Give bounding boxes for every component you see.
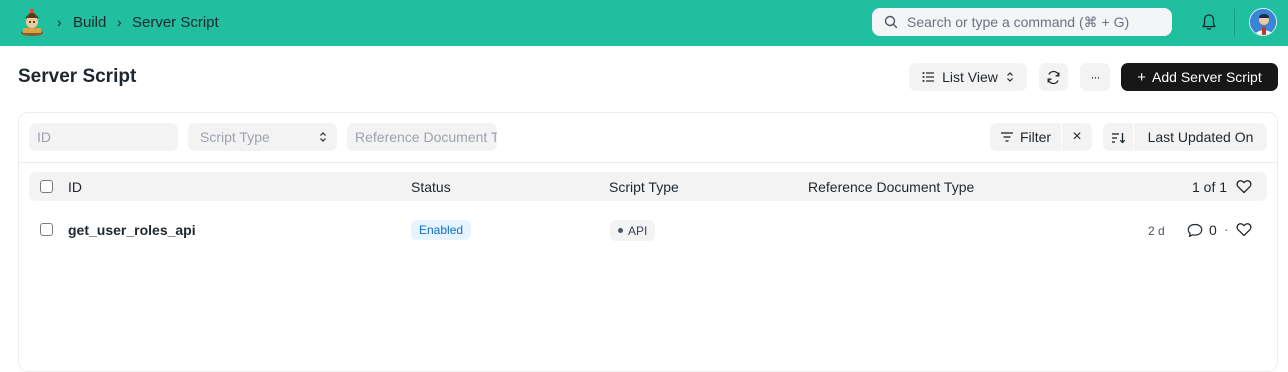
id-filter-input[interactable]: ID bbox=[29, 123, 178, 151]
reference-doc-filter-placeholder: Reference Document Type bbox=[355, 129, 497, 145]
script-type-filter-select[interactable]: Script Type bbox=[188, 123, 337, 151]
sort-descending-icon bbox=[1111, 132, 1125, 143]
row-id-link[interactable]: get_user_roles_api bbox=[68, 222, 196, 238]
filter-icon bbox=[1000, 132, 1013, 142]
reference-doc-filter-input[interactable]: Reference Document Type bbox=[347, 123, 497, 151]
breadcrumb-build[interactable]: Build bbox=[73, 14, 106, 31]
clear-filters-button[interactable]: × bbox=[1062, 123, 1092, 151]
list-view-label: List View bbox=[942, 69, 998, 85]
search-input[interactable] bbox=[907, 14, 1157, 30]
select-all-checkbox[interactable] bbox=[40, 180, 53, 193]
script-type-filter-placeholder: Script Type bbox=[200, 129, 270, 145]
sort-direction-button[interactable] bbox=[1103, 123, 1133, 151]
more-actions-button[interactable]: ··· bbox=[1080, 63, 1110, 91]
sort-field-label: Last Updated On bbox=[1147, 129, 1254, 145]
dot-icon bbox=[618, 228, 623, 233]
refresh-icon bbox=[1047, 70, 1060, 84]
select-arrows-icon bbox=[1006, 72, 1013, 82]
comment-count[interactable]: 0 bbox=[1187, 222, 1217, 238]
filter-divider bbox=[19, 162, 1277, 163]
result-count: 1 of 1 bbox=[1192, 179, 1228, 195]
search-bar[interactable] bbox=[872, 8, 1172, 36]
navbar-divider bbox=[1234, 9, 1235, 37]
script-type-badge: API bbox=[610, 220, 656, 241]
filter-label: Filter bbox=[1019, 129, 1052, 145]
notification-bell-icon[interactable] bbox=[1200, 13, 1218, 31]
refresh-button[interactable] bbox=[1039, 63, 1068, 91]
breadcrumb-separator-icon: › bbox=[117, 14, 122, 30]
breadcrumb-separator-icon: › bbox=[57, 14, 62, 30]
plus-icon: + bbox=[1137, 68, 1147, 86]
row-checkbox[interactable] bbox=[40, 223, 53, 236]
status-badge: Enabled bbox=[411, 220, 472, 240]
sort-field-select[interactable]: Last Updated On bbox=[1134, 123, 1267, 151]
id-filter-placeholder: ID bbox=[37, 129, 51, 145]
list-frame bbox=[18, 112, 1278, 372]
page-title: Server Script bbox=[18, 66, 137, 87]
row-separator: · bbox=[1224, 222, 1229, 237]
list-icon bbox=[922, 72, 935, 82]
column-header-id[interactable]: ID bbox=[68, 179, 82, 195]
more-icon: ··· bbox=[1090, 70, 1101, 84]
add-button-label: Add Server Script bbox=[1152, 69, 1262, 85]
user-avatar[interactable] bbox=[1249, 8, 1277, 36]
navbar: › Build › Server Script bbox=[0, 0, 1288, 46]
column-header-reference-document-type[interactable]: Reference Document Type bbox=[808, 179, 974, 195]
column-header-script-type[interactable]: Script Type bbox=[609, 179, 679, 195]
heart-icon[interactable] bbox=[1236, 179, 1252, 194]
select-arrows-icon bbox=[320, 132, 326, 142]
filter-button[interactable]: Filter bbox=[990, 123, 1061, 151]
script-type-value: API bbox=[628, 223, 648, 238]
modified-time: 2 d bbox=[1148, 224, 1165, 238]
column-header-status[interactable]: Status bbox=[411, 179, 451, 195]
comment-count-value: 0 bbox=[1209, 222, 1217, 238]
avatar-image-icon bbox=[1250, 9, 1276, 35]
app-logo-icon[interactable] bbox=[19, 9, 45, 37]
add-server-script-button[interactable]: + Add Server Script bbox=[1121, 63, 1278, 91]
table-header: ID Status Script Type Reference Document… bbox=[29, 172, 1267, 201]
close-icon: × bbox=[1072, 128, 1082, 145]
row-like-heart-icon[interactable] bbox=[1236, 222, 1252, 237]
list-view-switcher[interactable]: List View bbox=[909, 63, 1027, 91]
search-icon bbox=[884, 15, 898, 29]
comment-icon bbox=[1187, 223, 1203, 237]
breadcrumb-server-script[interactable]: Server Script bbox=[132, 14, 219, 31]
